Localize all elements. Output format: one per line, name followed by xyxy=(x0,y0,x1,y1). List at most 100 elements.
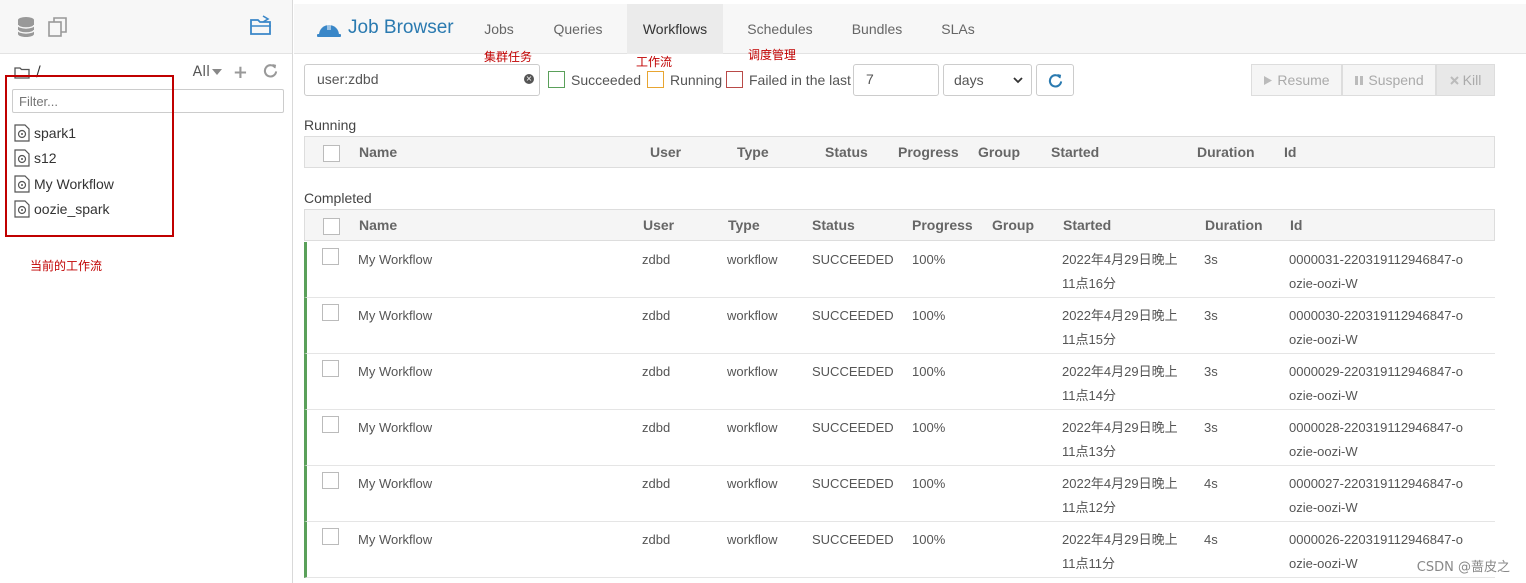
cell-name[interactable]: My Workflow xyxy=(358,472,432,496)
col-progress[interactable]: Progress xyxy=(898,137,959,167)
succeeded-checkbox[interactable] xyxy=(548,71,565,88)
time-unit-select[interactable]: days xyxy=(943,64,1032,96)
filter-type-dropdown[interactable]: All xyxy=(193,64,222,80)
cell-duration: 3s xyxy=(1204,252,1218,267)
brand[interactable]: Job Browser xyxy=(316,16,454,40)
documents-icon[interactable] xyxy=(47,16,69,42)
days-count-input[interactable]: 7 xyxy=(853,64,939,96)
col-status[interactable]: Status xyxy=(825,137,868,167)
row-checkbox[interactable] xyxy=(322,416,339,433)
tab-jobs[interactable]: Jobs xyxy=(472,4,526,54)
completed-section-title: Completed xyxy=(304,190,372,206)
running-checkbox[interactable] xyxy=(647,71,664,88)
filter-type-label: All xyxy=(192,64,210,80)
left-panel: / All + spark1 s12 My Workflow oozie_spa… xyxy=(0,0,293,583)
row-checkbox[interactable] xyxy=(322,472,339,489)
running-label: Running xyxy=(670,71,723,88)
cell-id[interactable]: 0000031-220319112946847-oozie-oozi-W xyxy=(1289,248,1469,296)
row-checkbox[interactable] xyxy=(322,248,339,265)
pause-icon xyxy=(1355,75,1364,85)
running-filter[interactable]: Running xyxy=(647,71,722,88)
col-type[interactable]: Type xyxy=(737,137,769,167)
row-checkbox[interactable] xyxy=(322,360,339,377)
database-icon[interactable] xyxy=(16,16,36,42)
col-group[interactable]: Group xyxy=(978,137,1020,167)
col-user[interactable]: User xyxy=(643,210,674,240)
col-duration[interactable]: Duration xyxy=(1197,137,1255,167)
time-unit-value: days xyxy=(954,72,984,88)
col-started[interactable]: Started xyxy=(1063,210,1111,240)
annotation-current-workflow: 当前的工作流 xyxy=(30,259,103,273)
cell-type: workflow xyxy=(727,308,778,323)
tab-bundles[interactable]: Bundles xyxy=(842,4,912,54)
hard-hat-icon xyxy=(317,21,341,37)
col-status[interactable]: Status xyxy=(812,210,855,240)
search-input[interactable]: user:zdbd xyxy=(304,64,540,96)
cell-name[interactable]: My Workflow xyxy=(358,304,432,328)
col-name[interactable]: Name xyxy=(359,210,397,240)
resume-button[interactable]: Resume xyxy=(1251,64,1342,96)
suspend-button[interactable]: Suspend xyxy=(1342,64,1436,96)
cell-progress: 100% xyxy=(912,308,946,323)
col-id[interactable]: Id xyxy=(1284,137,1296,167)
col-user[interactable]: User xyxy=(650,137,681,167)
col-progress[interactable]: Progress xyxy=(912,210,973,240)
cell-id[interactable]: 0000029-220319112946847-oozie-oozi-W xyxy=(1289,360,1469,408)
cell-id[interactable]: 0000028-220319112946847-oozie-oozi-W xyxy=(1289,416,1469,464)
cell-name[interactable]: My Workflow xyxy=(358,248,432,272)
tab-workflows[interactable]: Workflows xyxy=(627,4,723,54)
cell-user: zdbd xyxy=(642,476,671,491)
cell-id[interactable]: 0000030-220319112946847-oozie-oozi-W xyxy=(1289,304,1469,352)
table-row[interactable]: My Workflow zdbd workflow SUCCEEDED 100% 2022… xyxy=(304,354,1495,410)
refresh-icon xyxy=(1048,73,1062,87)
table-row[interactable]: My Workflow zdbd workflow SUCCEEDED 100% 2022… xyxy=(304,410,1495,466)
succeeded-label: Succeeded xyxy=(571,71,642,88)
col-duration[interactable]: Duration xyxy=(1205,210,1263,240)
table-row[interactable]: My Workflow zdbd workflow SUCCEEDED 100% 2022… xyxy=(304,522,1495,578)
cell-name[interactable]: My Workflow xyxy=(358,528,432,552)
annotation-jobs: 集群任务 xyxy=(484,50,533,64)
refresh-icon[interactable] xyxy=(263,63,278,82)
table-row[interactable]: My Workflow zdbd workflow SUCCEEDED 100% 2022… xyxy=(304,466,1495,522)
close-icon xyxy=(1449,75,1459,85)
cell-name[interactable]: My Workflow xyxy=(358,360,432,384)
failed-filter[interactable]: Failed in the last xyxy=(726,71,851,88)
failed-checkbox[interactable] xyxy=(726,71,743,88)
cell-type: workflow xyxy=(727,532,778,547)
cell-progress: 100% xyxy=(912,420,946,435)
col-type[interactable]: Type xyxy=(728,210,760,240)
cell-name[interactable]: My Workflow xyxy=(358,416,432,440)
app-title: Job Browser xyxy=(348,17,454,38)
col-id[interactable]: Id xyxy=(1290,210,1302,240)
cell-id[interactable]: 0000027-220319112946847-oozie-oozi-W xyxy=(1289,472,1469,520)
kill-button[interactable]: Kill xyxy=(1436,64,1495,96)
refresh-button[interactable] xyxy=(1036,64,1074,96)
clear-search-icon[interactable]: × xyxy=(524,74,534,84)
watermark: CSDN @蔷皮之 xyxy=(1416,560,1510,575)
succeeded-filter[interactable]: Succeeded xyxy=(548,71,641,88)
col-name[interactable]: Name xyxy=(359,137,397,167)
table-row[interactable]: My Workflow zdbd workflow SUCCEEDED 100% 2022… xyxy=(304,242,1495,298)
cell-status: SUCCEEDED xyxy=(812,252,894,267)
cell-progress: 100% xyxy=(912,252,946,267)
failed-label: Failed in the last xyxy=(749,71,851,88)
cell-user: zdbd xyxy=(642,420,671,435)
col-group[interactable]: Group xyxy=(992,210,1034,240)
completed-table-header: Name User Type Status Progress Group Sta… xyxy=(304,209,1495,241)
cell-progress: 100% xyxy=(912,364,946,379)
table-row[interactable]: My Workflow zdbd workflow SUCCEEDED 100% 2022… xyxy=(304,298,1495,354)
select-all-running-checkbox[interactable] xyxy=(323,145,340,162)
cell-type: workflow xyxy=(727,476,778,491)
cell-duration: 3s xyxy=(1204,420,1218,435)
row-checkbox[interactable] xyxy=(322,528,339,545)
open-folder-icon[interactable] xyxy=(249,14,273,40)
add-icon[interactable]: + xyxy=(233,62,248,83)
tab-queries[interactable]: Queries xyxy=(545,4,611,54)
col-started[interactable]: Started xyxy=(1051,137,1099,167)
row-checkbox[interactable] xyxy=(322,304,339,321)
cell-started: 2022年4月29日晚上11点15分 xyxy=(1062,308,1178,347)
tab-slas[interactable]: SLAs xyxy=(933,4,983,54)
select-all-completed-checkbox[interactable] xyxy=(323,218,340,235)
cell-status: SUCCEEDED xyxy=(812,364,894,379)
cell-started: 2022年4月29日晚上11点12分 xyxy=(1062,476,1178,515)
